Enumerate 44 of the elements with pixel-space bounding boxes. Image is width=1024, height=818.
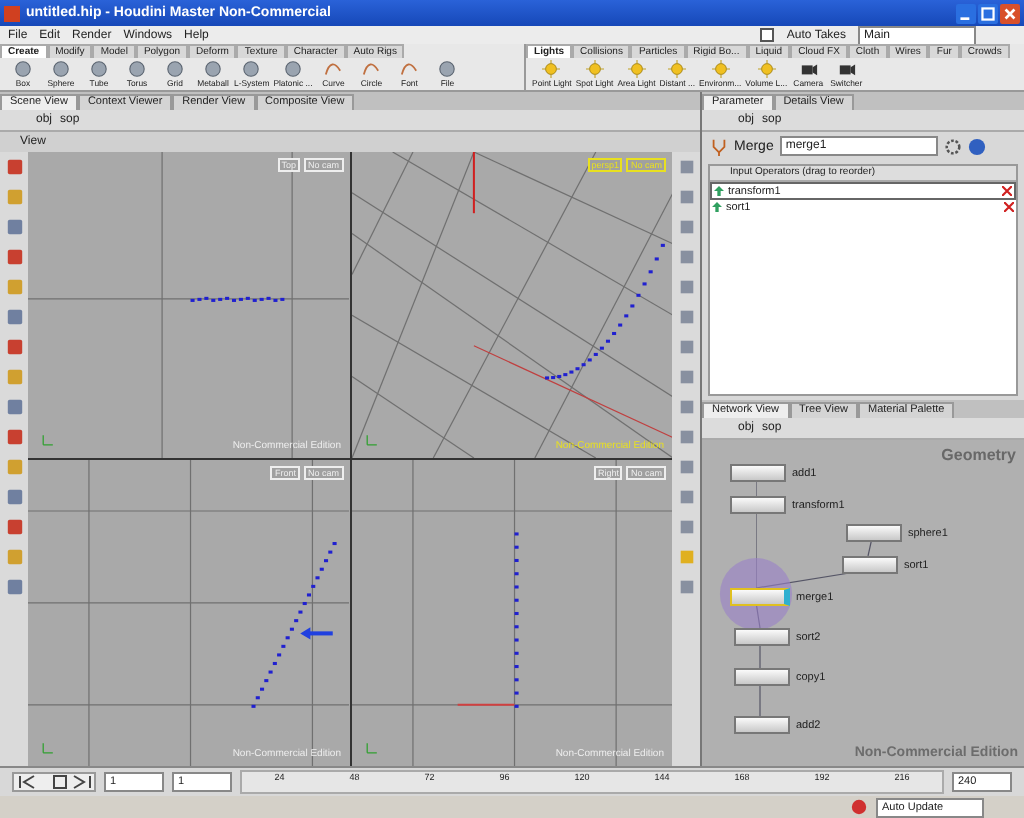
node-tile[interactable] xyxy=(730,588,790,606)
close-button[interactable] xyxy=(1000,3,1020,23)
camera-icon[interactable] xyxy=(837,60,856,78)
stop-icon[interactable] xyxy=(850,798,868,816)
connection-wire xyxy=(759,641,761,669)
axis-icon xyxy=(363,740,379,756)
ball-icon[interactable] xyxy=(128,60,146,78)
ball-icon[interactable] xyxy=(14,60,32,78)
ball-icon[interactable] xyxy=(90,60,108,78)
ball-icon[interactable] xyxy=(52,60,70,78)
light-icon[interactable] xyxy=(711,60,730,78)
ball-icon[interactable] xyxy=(166,60,184,78)
node-tile[interactable] xyxy=(730,464,786,482)
playback-controls[interactable] xyxy=(12,772,96,792)
node-tile[interactable] xyxy=(846,524,902,542)
node-tile[interactable] xyxy=(734,668,790,686)
ball-icon[interactable] xyxy=(242,60,261,78)
ball-icon[interactable] xyxy=(283,60,302,78)
connection-wire xyxy=(756,601,761,629)
axis-icon xyxy=(40,432,56,448)
axis-icon xyxy=(363,432,379,448)
merge-icon xyxy=(710,137,728,155)
app-icon xyxy=(4,5,20,21)
light-icon[interactable] xyxy=(757,60,776,78)
ball-icon[interactable] xyxy=(204,60,222,78)
light-icon[interactable] xyxy=(627,60,646,78)
context-label: Geometry xyxy=(941,446,1016,464)
axis-icon xyxy=(40,740,56,756)
node-tile[interactable] xyxy=(734,716,790,734)
light-icon[interactable] xyxy=(668,60,687,78)
checkbox[interactable] xyxy=(760,28,775,42)
maximize-button[interactable] xyxy=(978,3,998,23)
connection-wire xyxy=(759,681,761,716)
connection-wire xyxy=(756,478,757,497)
minimize-button[interactable] xyxy=(956,3,976,23)
camera-icon[interactable] xyxy=(799,60,818,78)
node-tile[interactable] xyxy=(730,496,786,514)
node-tile[interactable] xyxy=(842,556,898,574)
remove-icon[interactable] xyxy=(1004,202,1014,212)
node-tile[interactable] xyxy=(734,628,790,646)
remove-icon[interactable] xyxy=(1002,186,1012,196)
light-icon[interactable] xyxy=(585,60,604,78)
ball-icon[interactable] xyxy=(438,60,457,78)
light-icon[interactable] xyxy=(542,60,561,78)
